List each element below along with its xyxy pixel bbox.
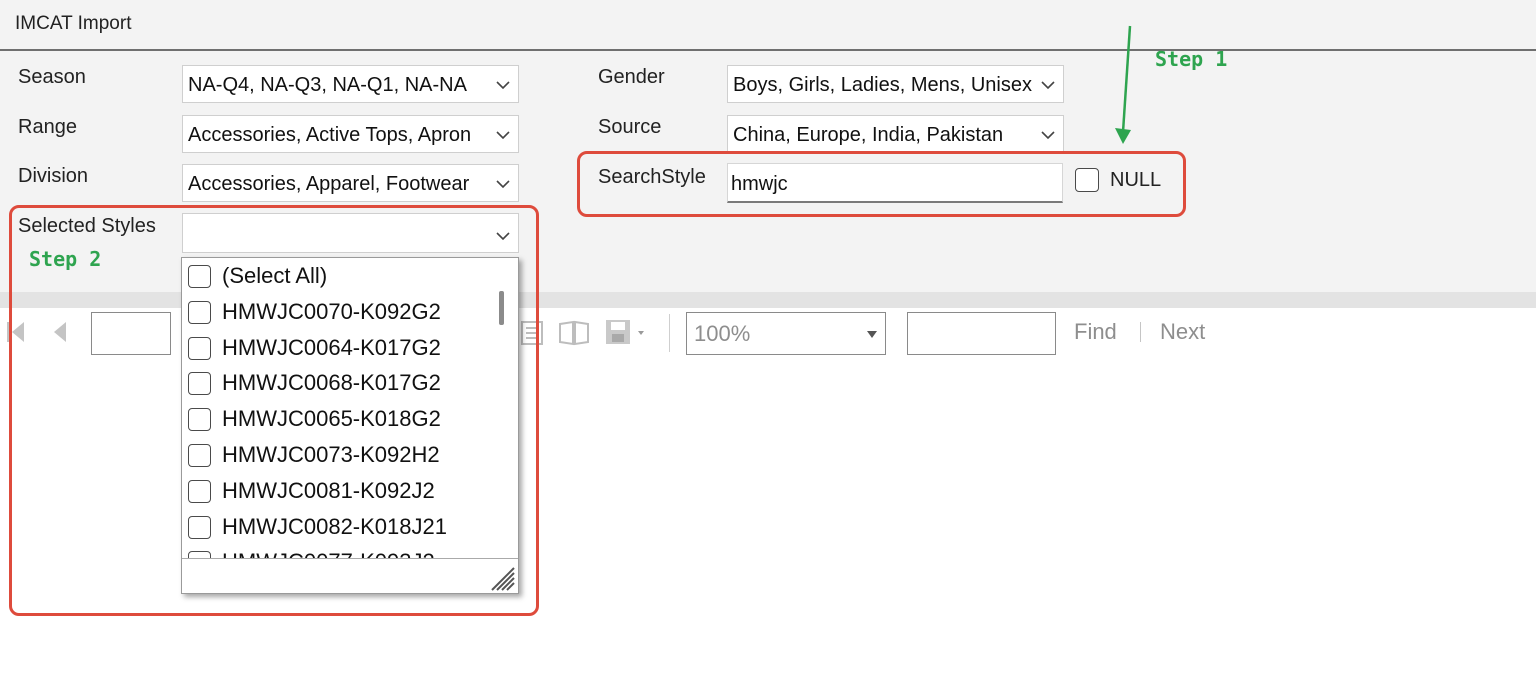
step1-annotation: Step 1 bbox=[1155, 47, 1228, 71]
next-link[interactable]: Next bbox=[1160, 319, 1205, 345]
gender-label: Gender bbox=[598, 66, 665, 88]
find-text-input[interactable] bbox=[907, 312, 1056, 355]
toolbar-divider bbox=[669, 314, 670, 352]
source-label: Source bbox=[598, 116, 662, 138]
range-dropdown[interactable]: Accessories, Active Tops, Apron bbox=[182, 115, 519, 153]
division-label: Division bbox=[18, 165, 89, 187]
chevron-down-icon bbox=[1041, 81, 1055, 90]
zoom-select[interactable]: 100% bbox=[686, 312, 886, 355]
page-setup-icon[interactable] bbox=[558, 320, 590, 346]
find-link[interactable]: Find bbox=[1074, 319, 1117, 345]
range-value: Accessories, Active Tops, Apron bbox=[188, 124, 472, 146]
gender-value: Boys, Girls, Ladies, Mens, Unisex bbox=[733, 74, 1032, 96]
find-next-separator bbox=[1140, 322, 1141, 342]
chevron-down-icon bbox=[496, 131, 510, 140]
chevron-down-icon bbox=[496, 180, 510, 189]
export-save-icon[interactable] bbox=[604, 318, 650, 348]
step2-annotation: Step 2 bbox=[29, 247, 102, 271]
division-dropdown[interactable]: Accessories, Apparel, Footwear bbox=[182, 164, 519, 202]
zoom-value: 100% bbox=[694, 321, 751, 346]
caret-down-icon bbox=[867, 331, 877, 338]
season-label: Season bbox=[18, 66, 86, 88]
season-dropdown[interactable]: NA-Q4, NA-Q3, NA-Q1, NA-NA bbox=[182, 65, 519, 103]
source-value: China, Europe, India, Pakistan bbox=[733, 124, 1004, 146]
title-bar: IMCAT Import bbox=[0, 0, 1536, 51]
window-title: IMCAT Import bbox=[15, 13, 132, 34]
chevron-down-icon bbox=[496, 81, 510, 90]
division-value: Accessories, Apparel, Footwear bbox=[188, 173, 470, 195]
step1-arrow-icon bbox=[1115, 25, 1132, 144]
source-dropdown[interactable]: China, Europe, India, Pakistan bbox=[727, 115, 1064, 153]
range-label: Range bbox=[18, 116, 77, 138]
step1-highlight-box bbox=[577, 151, 1186, 217]
chevron-down-icon bbox=[1041, 131, 1055, 140]
season-value: NA-Q4, NA-Q3, NA-Q1, NA-NA bbox=[188, 74, 467, 96]
gender-dropdown[interactable]: Boys, Girls, Ladies, Mens, Unisex bbox=[727, 65, 1064, 103]
